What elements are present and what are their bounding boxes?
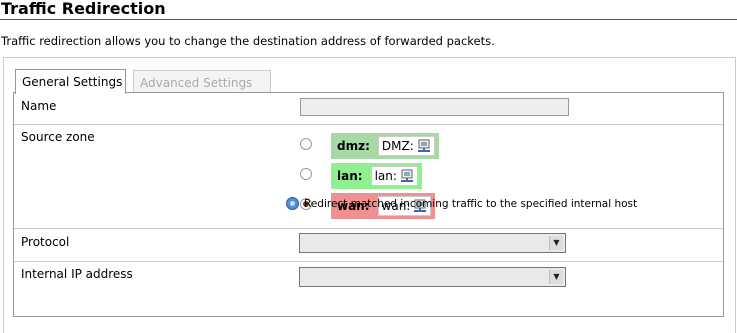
protocol-row: Protocol ▼ (14, 228, 723, 262)
chevron-down-icon: ▼ (549, 236, 563, 250)
page-description: Traffic redirection allows you to change… (1, 34, 495, 48)
zone-lan-network-label: lan: (374, 169, 397, 183)
name-label: Name (21, 99, 57, 113)
internal-ip-row: Internal IP address ▼ (14, 261, 723, 317)
zone-dmz-radio[interactable] (300, 138, 312, 150)
protocol-label: Protocol (21, 235, 70, 249)
zone-dmz-name: dmz: (337, 139, 370, 153)
tab-advanced-settings[interactable]: Advanced Settings (133, 70, 271, 93)
zone-lan-name: lan: (337, 169, 363, 183)
info-icon (286, 197, 299, 210)
zone-lan-badge: lan: lan: (331, 163, 422, 189)
source-zone-label: Source zone (21, 130, 95, 144)
source-zone-row: Source zone dmz: DMZ: lan: lan: wan: wan… (14, 124, 723, 229)
protocol-select[interactable]: ▼ (299, 233, 566, 253)
internal-ip-label: Internal IP address (21, 267, 133, 281)
internal-ip-hint-text: Redirect matched incoming traffic to the… (304, 197, 638, 210)
name-row: Name (14, 93, 723, 125)
zone-dmz-badge: dmz: DMZ: (331, 133, 439, 159)
zone-lan-network: lan: (370, 166, 418, 186)
internal-ip-select[interactable]: ▼ (299, 267, 566, 287)
zone-dmz-network: DMZ: (377, 136, 435, 156)
tab-general-settings[interactable]: General Settings (15, 69, 126, 94)
network-icon (400, 169, 414, 183)
page-title: Traffic Redirection (0, 0, 737, 20)
internal-ip-hint: Redirect matched incoming traffic to the… (286, 197, 637, 210)
zone-lan-radio[interactable] (300, 168, 312, 180)
name-input[interactable] (300, 98, 569, 116)
network-icon (417, 139, 431, 153)
zone-option-dmz: dmz: DMZ: (300, 133, 460, 159)
zone-option-lan: lan: lan: (300, 163, 460, 189)
zone-dmz-network-label: DMZ: (381, 139, 414, 153)
chevron-down-icon: ▼ (549, 270, 563, 284)
